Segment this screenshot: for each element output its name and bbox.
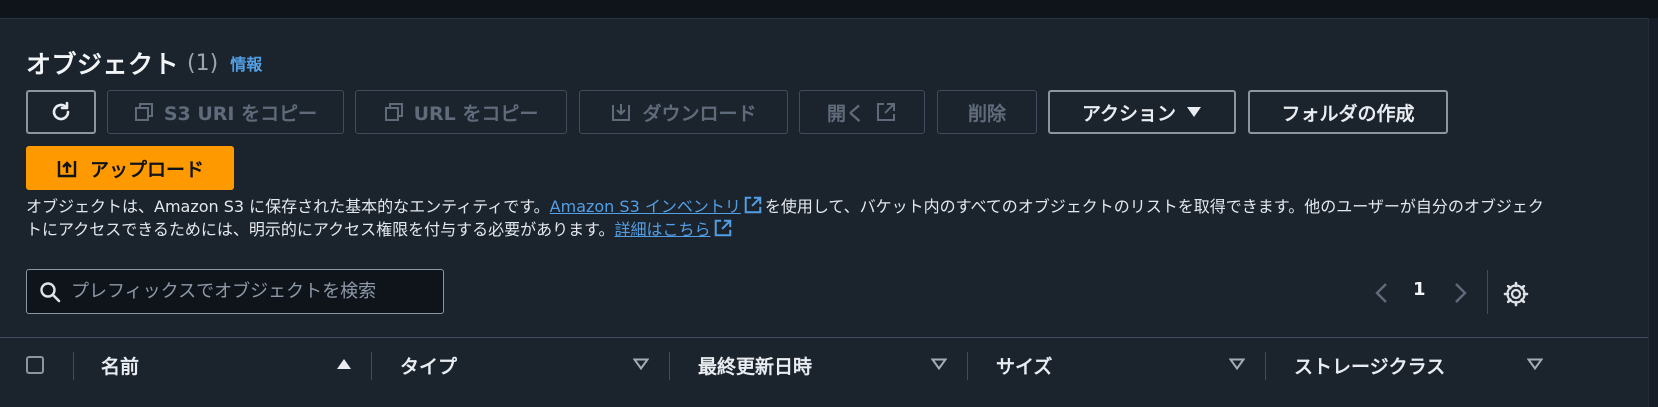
column-separator xyxy=(371,352,372,380)
select-all-checkbox[interactable] xyxy=(26,356,44,374)
column-header-size[interactable]: サイズ xyxy=(996,352,1052,379)
download-button[interactable]: ダウンロード xyxy=(579,90,788,134)
upload-icon xyxy=(57,161,77,178)
current-page[interactable]: 1 xyxy=(1413,279,1426,300)
upload-button[interactable]: アップロード xyxy=(26,146,234,190)
info-link[interactable]: 情報 xyxy=(230,51,262,75)
delete-button[interactable]: 削除 xyxy=(937,90,1037,134)
download-label: ダウンロード xyxy=(642,102,757,125)
column-separator xyxy=(967,352,968,380)
search-box xyxy=(26,269,444,314)
gear-icon[interactable] xyxy=(1503,281,1529,307)
learn-more-link[interactable]: 詳細はこちら xyxy=(614,220,710,239)
panel-header: オブジェクト (1) 情報 xyxy=(26,47,262,79)
column-header-type[interactable]: タイプ xyxy=(400,352,457,379)
prev-page-icon[interactable] xyxy=(1372,281,1392,305)
copy-url-button[interactable]: URL をコピー xyxy=(355,90,567,134)
column-header-last-modified[interactable]: 最終更新日時 xyxy=(698,352,812,379)
sort-icon[interactable] xyxy=(633,358,649,370)
caret-down-icon xyxy=(1187,107,1202,117)
actions-dropdown[interactable]: アクション xyxy=(1048,90,1236,134)
next-page-icon[interactable] xyxy=(1450,281,1470,305)
column-separator xyxy=(73,352,74,380)
column-separator xyxy=(1265,352,1266,380)
create-folder-label: フォルダの作成 xyxy=(1281,102,1415,125)
external-link-icon xyxy=(877,103,895,121)
column-header-storage-class[interactable]: ストレージクラス xyxy=(1294,352,1445,379)
copy-icon xyxy=(384,103,403,121)
copy-s3-uri-button[interactable]: S3 URI をコピー xyxy=(107,90,344,134)
sort-ascending-icon[interactable] xyxy=(336,358,352,370)
copy-url-label: URL をコピー xyxy=(413,102,539,125)
object-count: (1) xyxy=(187,50,219,76)
upload-label: アップロード xyxy=(89,158,204,181)
column-separator xyxy=(669,352,670,380)
delete-label: 削除 xyxy=(967,102,1006,125)
open-button[interactable]: 開く xyxy=(799,90,925,134)
create-folder-button[interactable]: フォルダの作成 xyxy=(1248,90,1448,134)
page-title: オブジェクト xyxy=(26,50,180,79)
copy-s3-uri-label: S3 URI をコピー xyxy=(163,102,318,125)
search-input[interactable] xyxy=(71,281,431,302)
sort-icon[interactable] xyxy=(1229,358,1245,370)
scrollbar[interactable] xyxy=(1648,18,1658,407)
pager-divider xyxy=(1487,270,1488,314)
description-text-1: オブジェクトは、Amazon S3 に保存された基本的なエンティティです。 xyxy=(26,197,550,216)
copy-icon xyxy=(134,103,153,121)
objects-description: オブジェクトは、Amazon S3 に保存された基本的なエンティティです。Ama… xyxy=(26,195,1546,241)
external-link-icon xyxy=(714,219,731,237)
top-bar xyxy=(0,0,1658,18)
sort-icon[interactable] xyxy=(1527,358,1543,370)
refresh-button[interactable] xyxy=(26,90,96,134)
column-header-name[interactable]: 名前 xyxy=(101,352,139,379)
refresh-icon xyxy=(52,101,70,121)
external-link-icon xyxy=(744,196,762,214)
download-icon xyxy=(612,104,631,121)
actions-label: アクション xyxy=(1081,102,1177,125)
inventory-link[interactable]: Amazon S3 インベントリ xyxy=(550,197,741,216)
search-icon xyxy=(40,281,61,302)
open-label: 開く xyxy=(826,102,865,125)
sort-icon[interactable] xyxy=(931,358,947,370)
